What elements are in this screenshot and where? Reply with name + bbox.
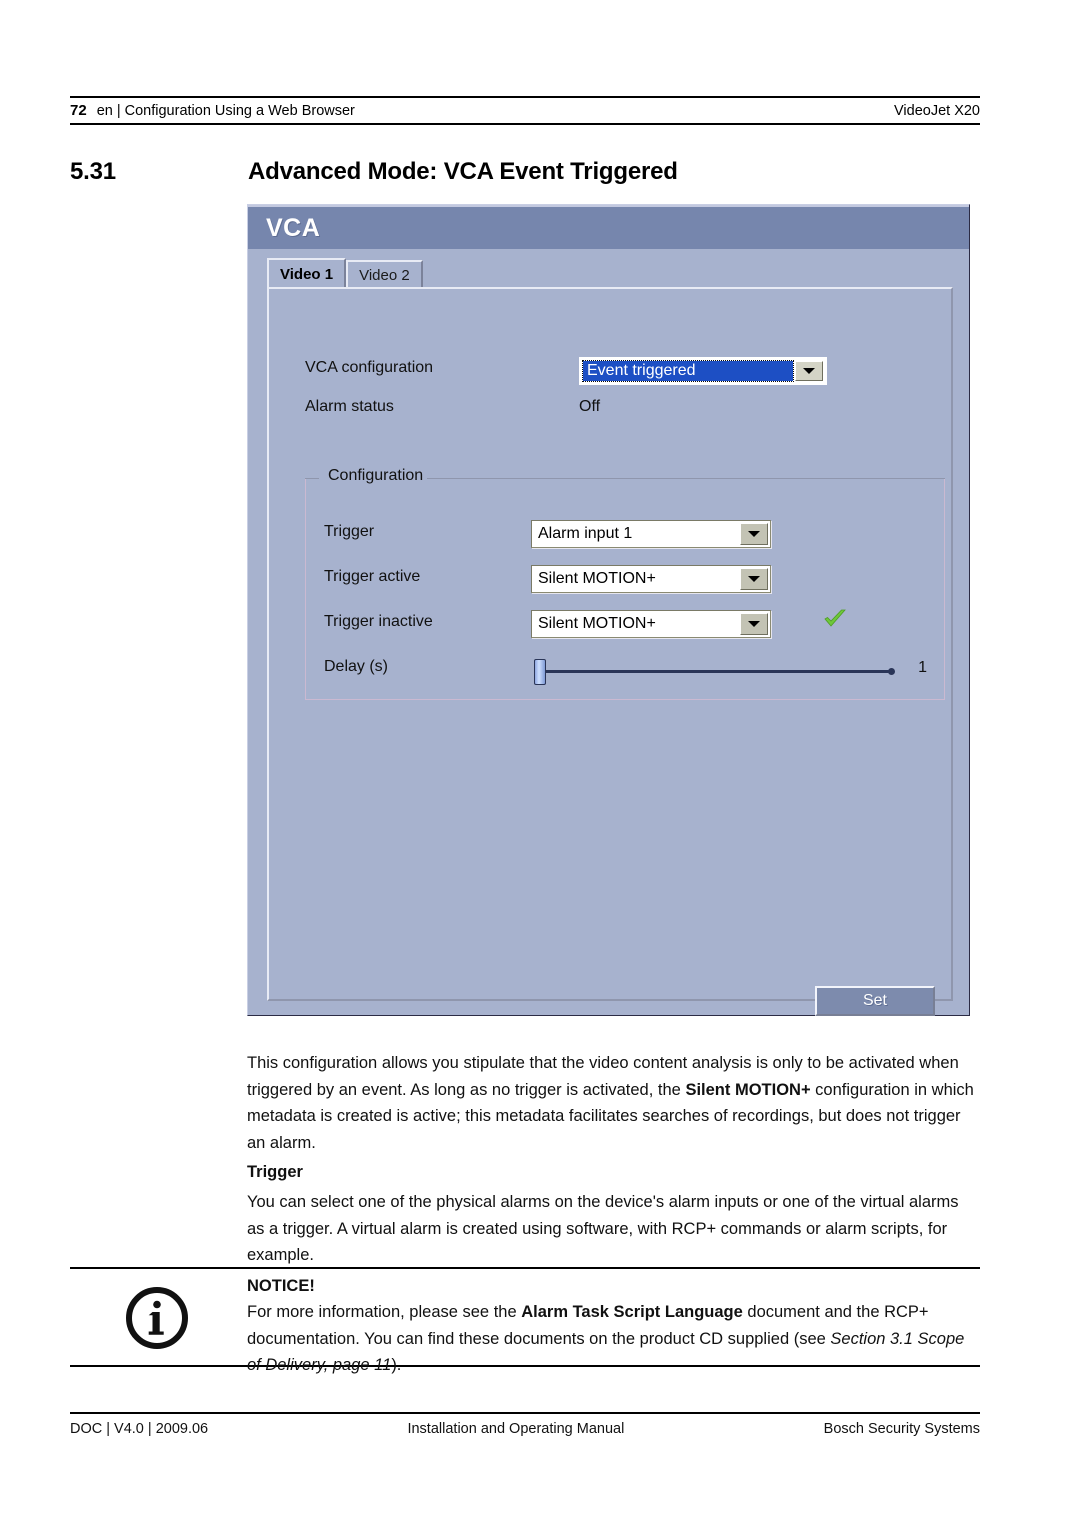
tab-panel-video-1: VCA configuration Event triggered Alarm … [267,287,953,1016]
alarm-status-row: Alarm status Off [305,396,945,424]
delay-label: Delay (s) [324,658,389,675]
delay-value: 1 [918,659,927,676]
vca-configuration-row: VCA configuration Event triggered [305,357,945,385]
footer-doc-info: DOC | V4.0 | 2009.06 [70,1421,209,1437]
page-header-left: 72 en | Configuration Using a Web Browse… [70,102,355,119]
tab-video-2-label: Video 2 [359,266,410,284]
vca-configuration-label: VCA configuration [305,359,434,376]
trigger-active-value: Silent MOTION+ [538,570,656,587]
notice-content: NOTICE! For more information, please see… [247,1273,980,1379]
trigger-label: Trigger [324,523,375,540]
page-header: 72 en | Configuration Using a Web Browse… [70,96,980,125]
notice-box: NOTICE! For more information, please see… [70,1267,980,1374]
notice-text-bold: Alarm Task Script Language [521,1303,743,1321]
alarm-status-value: Off [579,398,601,415]
delay-slider[interactable]: 1 [531,659,927,685]
trigger-select[interactable]: Alarm input 1 [531,520,771,548]
delay-slider-track[interactable] [539,668,895,675]
notice-text: For more information, please see the Ala… [247,1299,980,1379]
vca-configuration-value: Event triggered [582,360,794,382]
page-number: 72 [70,102,87,119]
groupbox-border-left [305,478,319,479]
configuration-groupbox-legend: Configuration [324,467,428,485]
vca-dialog: VCA Video 1 Video 2 VCA configuration Ev… [247,204,970,1016]
notice-text-3: ). [391,1356,402,1374]
vca-titlebar: VCA [248,205,969,249]
notice-text-1: For more information, please see the [247,1303,522,1321]
notice-title: NOTICE! [247,1277,315,1295]
breadcrumb: en | Configuration Using a Web Browser [96,103,355,119]
trigger-inactive-label: Trigger inactive [324,613,433,630]
chevron-down-icon[interactable] [795,361,823,381]
page-title: Advanced Mode: VCA Event Triggered [248,158,678,185]
tabstrip: Video 1 Video 2 [267,258,423,288]
trigger-inactive-row: Trigger inactive Silent MOTION+ [324,609,928,638]
check-icon [822,606,848,632]
trigger-subheading: Trigger [247,1163,303,1181]
trigger-active-row: Trigger active Silent MOTION+ [324,565,928,593]
delay-slider-thumb[interactable] [534,659,546,685]
groupbox-border-right [392,478,945,479]
trigger-value: Alarm input 1 [538,525,633,542]
section-heading: 5.31 Advanced Mode: VCA Event Triggered [70,158,980,186]
trigger-inactive-value: Silent MOTION+ [538,615,656,632]
product-name: VideoJet X20 [894,102,980,119]
vca-configuration-select[interactable]: Event triggered [579,357,827,385]
intro-text-bold: Silent MOTION+ [685,1080,811,1099]
configuration-groupbox: Configuration Trigger Alarm input 1 Trig… [305,467,945,700]
trigger-paragraph: You can select one of the physical alarm… [247,1193,959,1264]
alarm-status-label: Alarm status [305,398,394,415]
tab-video-1[interactable]: Video 1 [267,258,347,288]
tab-video-1-label: Video 1 [280,265,334,283]
intro-paragraph: This configuration allows you stipulate … [247,1050,980,1156]
footer-company: Bosch Security Systems [823,1421,980,1437]
tab-video-2[interactable]: Video 2 [346,260,423,288]
delay-row: Delay (s) 1 [324,655,928,685]
trigger-row: Trigger Alarm input 1 [324,520,928,548]
section-number: 5.31 [70,158,116,185]
chevron-down-icon[interactable] [740,568,768,590]
trigger-active-label: Trigger active [324,568,421,585]
info-icon [124,1285,190,1351]
footer-manual-title: Installation and Operating Manual [407,1421,625,1437]
trigger-active-select[interactable]: Silent MOTION+ [531,565,771,593]
set-button[interactable]: Set [815,986,935,1016]
vca-dialog-body: Video 1 Video 2 VCA configuration Event … [248,249,969,1016]
trigger-inactive-select[interactable]: Silent MOTION+ [531,610,771,638]
chevron-down-icon[interactable] [740,613,768,635]
chevron-down-icon[interactable] [740,523,768,545]
page-footer: DOC | V4.0 | 2009.06 Installation and Op… [70,1412,980,1444]
vca-dialog-title: VCA [266,213,321,242]
